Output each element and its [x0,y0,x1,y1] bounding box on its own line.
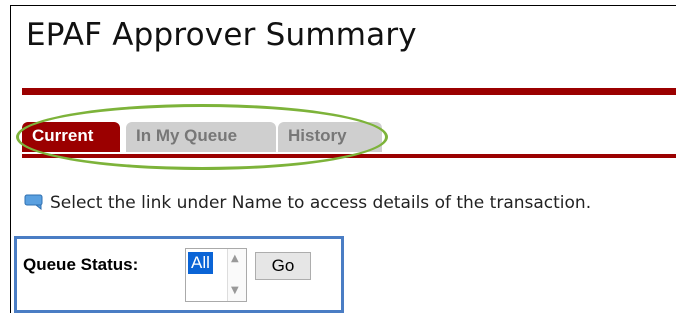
tab-underline [22,154,676,158]
tab-bar: Current In My Queue History [22,122,382,156]
info-message: Select the link under Name to access det… [24,193,591,215]
tab-current[interactable]: Current [22,122,120,152]
info-text: Select the link under Name to access det… [50,193,592,213]
go-button[interactable]: Go [255,252,311,280]
tab-in-my-queue[interactable]: In My Queue [126,122,276,152]
info-speech-icon [24,194,44,215]
scroll-down-icon[interactable]: ▼ [231,285,239,296]
queue-status-label: Queue Status: [23,255,139,274]
scroll-up-icon[interactable]: ▲ [231,253,239,264]
listbox-scrollbar[interactable]: ▲ ▼ [227,249,246,301]
page-title: EPAF Approver Summary [26,17,417,53]
tab-history[interactable]: History [278,122,382,152]
queue-status-option-selected[interactable]: All [188,252,213,274]
title-divider [22,88,676,95]
queue-status-select[interactable]: All ▲ ▼ [185,248,247,302]
